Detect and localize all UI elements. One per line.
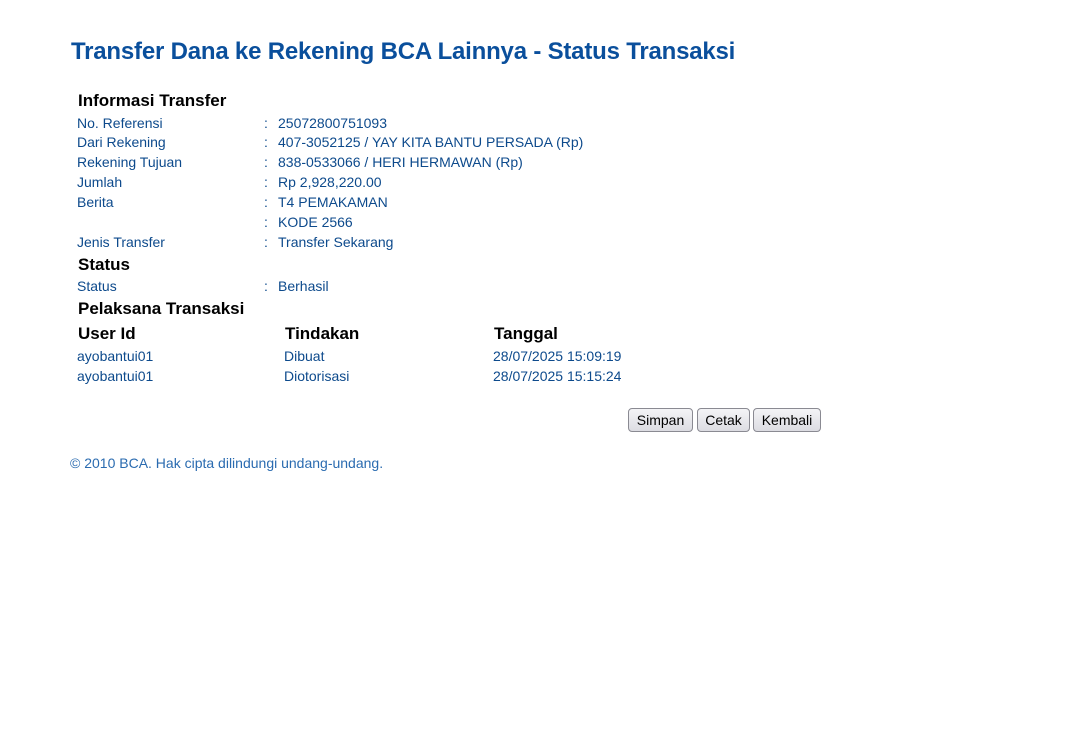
action-cell: Diotorisasi	[284, 368, 350, 384]
separator: :	[264, 154, 268, 170]
transfer-info-heading: Informasi Transfer	[78, 91, 227, 110]
reference-number-value: 25072800751093	[278, 115, 388, 131]
print-button[interactable]: Cetak	[697, 408, 750, 432]
destination-account-label: Rekening Tujuan	[77, 154, 183, 170]
column-header-action: Tindakan	[285, 324, 360, 343]
separator: :	[264, 115, 268, 131]
page-title: Transfer Dana ke Rekening BCA Lainnya - …	[71, 38, 736, 65]
separator: :	[264, 234, 268, 250]
column-header-user-id: User Id	[78, 324, 136, 343]
date-cell: 28/07/2025 15:09:19	[493, 348, 622, 364]
transfer-type-label: Jenis Transfer	[77, 234, 165, 250]
amount-label: Jumlah	[77, 174, 123, 190]
date-cell: 28/07/2025 15:15:24	[493, 368, 622, 384]
amount-value: Rp 2,928,220.00	[278, 174, 382, 190]
destination-account-value: 838-0533066 / HERI HERMAWAN (Rp)	[278, 154, 523, 170]
column-header-date: Tanggal	[494, 324, 558, 343]
action-cell: Dibuat	[284, 348, 325, 364]
user-id-cell: ayobantui01	[77, 348, 154, 364]
transfer-type-value: Transfer Sekarang	[278, 234, 394, 250]
status-label: Status	[77, 278, 117, 294]
user-id-cell: ayobantui01	[77, 368, 154, 384]
status-heading: Status	[78, 255, 130, 274]
message-value: T4 PEMAKAMAN	[278, 194, 388, 210]
source-account-value: 407-3052125 / YAY KITA BANTU PERSADA (Rp…	[278, 134, 584, 150]
separator: :	[264, 214, 268, 230]
status-value: Berhasil	[278, 278, 329, 294]
table-row: ayobantui01 Diotorisasi 28/07/2025 15:15…	[0, 368, 700, 386]
back-button[interactable]: Kembali	[753, 408, 821, 432]
copyright-footer: © 2010 BCA. Hak cipta dilindungi undang-…	[70, 455, 384, 471]
message-line-2-value: KODE 2566	[278, 214, 353, 230]
source-account-label: Dari Rekening	[77, 134, 166, 150]
page: Transfer Dana ke Rekening BCA Lainnya - …	[0, 0, 1080, 740]
message-label: Berita	[77, 194, 114, 210]
separator: :	[264, 134, 268, 150]
separator: :	[264, 174, 268, 190]
save-button[interactable]: Simpan	[628, 408, 693, 432]
table-row: ayobantui01 Dibuat 28/07/2025 15:09:19	[0, 348, 700, 366]
executors-heading: Pelaksana Transaksi	[78, 299, 245, 318]
separator: :	[264, 194, 268, 210]
separator: :	[264, 278, 268, 294]
reference-number-label: No. Referensi	[77, 115, 163, 131]
